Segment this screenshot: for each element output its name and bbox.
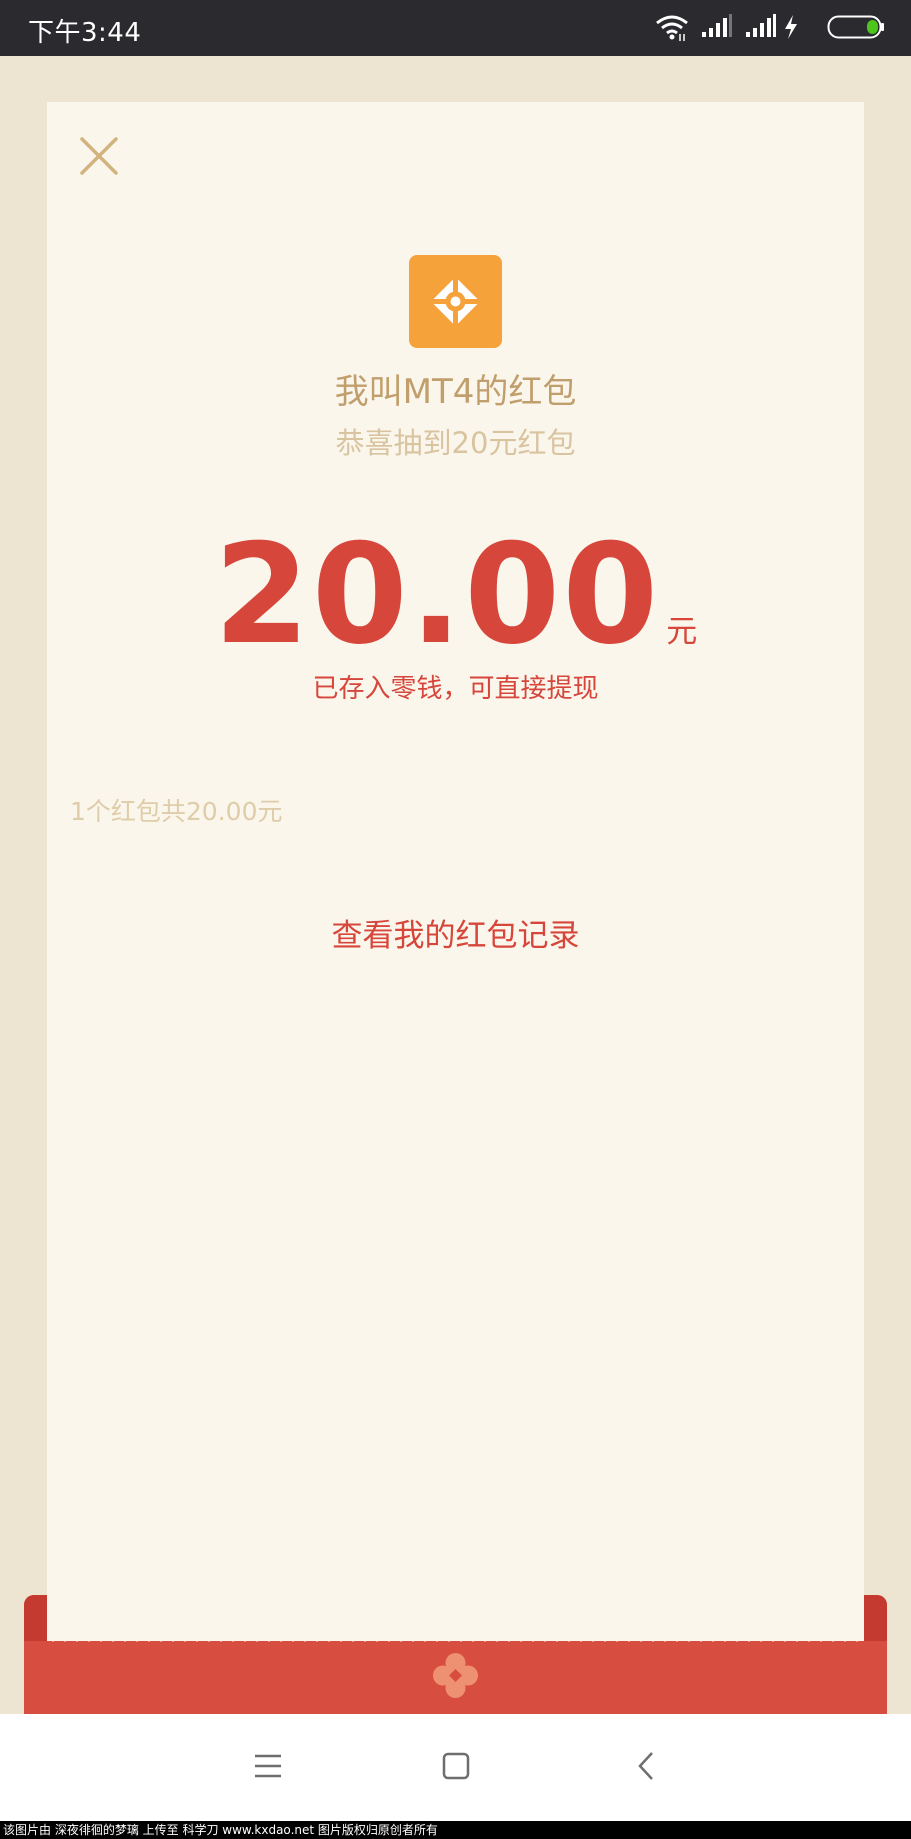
amount-row: 20.00 元: [47, 514, 864, 675]
app-logo: [409, 255, 502, 348]
deposit-note: 已存入零钱，可直接提现: [312, 674, 599, 704]
battery-icon: [827, 15, 884, 39]
packet-summary: 1个红包共20.00元: [70, 797, 283, 826]
signal-icon: [746, 14, 776, 37]
greeting-message: 恭喜抽到20元红包: [335, 426, 576, 460]
sender-title: 我叫MT4的红包: [334, 372, 577, 412]
red-packet-card: 我叫MT4的红包 恭喜抽到20元红包 20.00 元 已存入零钱，可直接提现 1个…: [47, 102, 864, 1682]
wifi-icon: [656, 15, 688, 41]
charging-icon: [785, 15, 797, 39]
zigzag-edge: [47, 1635, 864, 1643]
amount-value: 20.00: [213, 514, 661, 675]
envelope-emblem-icon: [433, 1653, 478, 1698]
close-icon[interactable]: [78, 135, 120, 177]
navigation-bar: [0, 1714, 911, 1821]
back-icon[interactable]: [635, 1750, 657, 1782]
envelope-bottom: [24, 1595, 887, 1715]
app-logo-icon: [427, 273, 484, 330]
history-link[interactable]: 查看我的红包记录: [47, 910, 864, 955]
menu-icon[interactable]: [253, 1753, 283, 1779]
signal-icon: [702, 14, 732, 37]
amount-unit: 元: [666, 614, 698, 650]
status-time: 下午3:44: [28, 18, 142, 48]
home-icon[interactable]: [441, 1751, 471, 1781]
status-bar: 下午3:44: [0, 0, 911, 56]
watermark-caption: 该图片由 深夜徘徊的梦璃 上传至 科学刀 www.kxdao.net 图片版权归…: [0, 1821, 911, 1839]
